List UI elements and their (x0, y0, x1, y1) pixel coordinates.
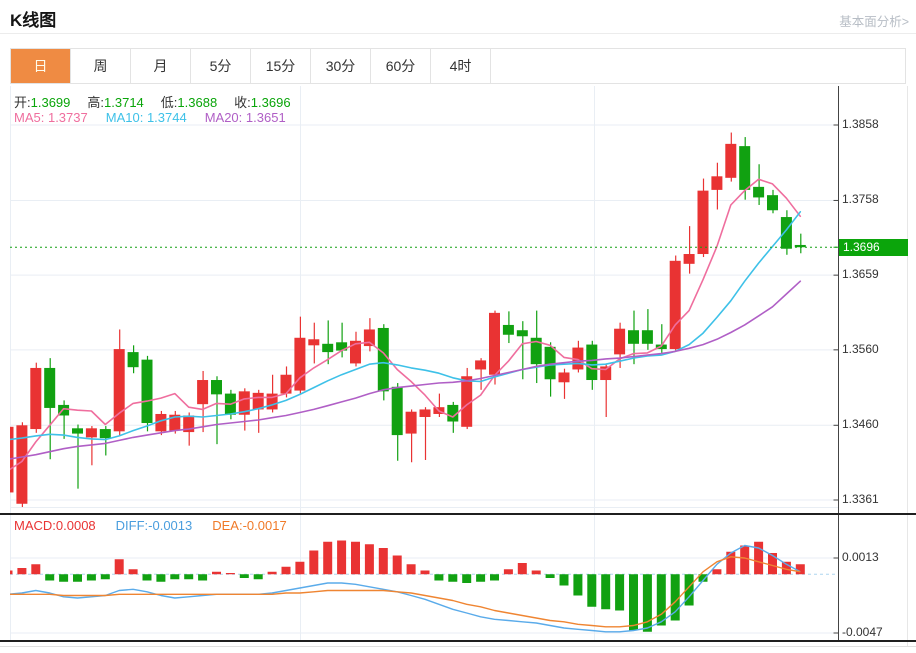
open-value: 1.3699 (30, 95, 71, 110)
footer-divider (0, 646, 916, 647)
main-y-axis-label: 1.3361 (842, 491, 879, 506)
macd-readout: MACD:0.0008 DIFF:-0.0013 DEA:-0.0017 (14, 518, 287, 533)
main-y-axis-label: 1.3460 (842, 417, 879, 432)
ma-readout: MA5: 1.3737 MA10: 1.3744 MA20: 1.3651 (14, 110, 286, 125)
open-label: 开: (14, 95, 31, 110)
close-value: 1.3696 (250, 95, 291, 110)
ma5-readout: MA5: 1.3737 (14, 110, 88, 125)
main-y-axis-label: 1.3560 (842, 341, 879, 356)
high-label: 高: (87, 95, 105, 110)
low-label: 低: (160, 95, 178, 110)
ohlc-readout: 开:1.3699 高:1.3714 低:1.3688 收:1.3696 (14, 92, 308, 111)
panel-separator (0, 513, 916, 515)
main-y-axis-label: 1.3758 (842, 192, 879, 207)
macd-value: MACD:0.0008 (14, 518, 96, 533)
macd-y-axis-label: 0.0013 (842, 550, 879, 564)
ma20-readout: MA20: 1.3651 (204, 110, 286, 125)
main-y-axis-label: 1.3858 (842, 117, 879, 131)
main-y-axis-label: 1.3659 (842, 267, 879, 282)
ma10-readout: MA10: 1.3744 (105, 110, 187, 125)
close-label: 收: (234, 95, 251, 110)
macd-y-axis-label: -0.0047 (842, 625, 883, 639)
high-value: 1.3714 (104, 95, 144, 110)
chart-bottom-border (0, 640, 916, 642)
dea-value: DEA:-0.0017 (212, 518, 287, 533)
diff-value: DIFF:-0.0013 (115, 518, 193, 533)
current-price-badge: 1.3696 (839, 238, 908, 256)
low-value: 1.3688 (177, 95, 218, 110)
